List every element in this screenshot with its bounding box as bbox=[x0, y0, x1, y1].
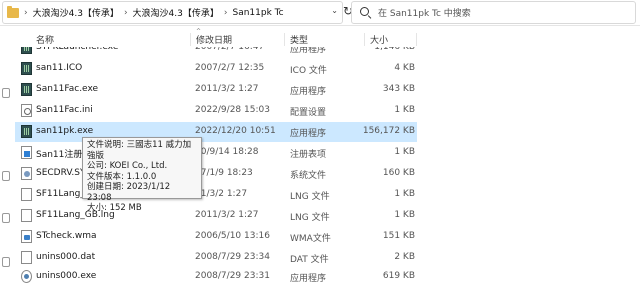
file-list: STPKLauncher.exe 2007/2/7 16:47 应用程序 1,146 … bbox=[0, 47, 420, 287]
tooltip-company: 公司: KOEI Co., Ltd. bbox=[87, 161, 168, 171]
file-name: San11Fac.exe bbox=[36, 84, 99, 94]
file-date: 20/9/14 18:28 bbox=[195, 147, 259, 157]
file-type: 应用程序 bbox=[290, 129, 327, 139]
column-divider[interactable] bbox=[190, 33, 191, 46]
file-row[interactable]: unins000.dat 2008/7/29 23:34 DAT 文件 2 KB bbox=[15, 248, 417, 268]
file-date: 2022/12/20 10:51 bbox=[195, 126, 276, 136]
file-size: 1,146 KB bbox=[374, 47, 415, 52]
file-size: 2 KB bbox=[394, 252, 415, 262]
file-row[interactable]: STPKLauncher.exe 2007/2/7 16:47 应用程序 1,146 … bbox=[15, 47, 417, 58]
file-type: DAT 文件 bbox=[290, 255, 329, 265]
file-name: STcheck.wma bbox=[36, 231, 97, 241]
column-name[interactable]: 名称 bbox=[36, 33, 54, 46]
file-name: unins000.dat bbox=[36, 252, 96, 262]
file-row[interactable]: unins000.exe 2008/7/29 23:31 应用程序 619 KB bbox=[15, 267, 417, 287]
file-row[interactable]: SF11Lang_BI 11/3/2 1:27 LNG 文件 1 KB bbox=[15, 185, 417, 205]
breadcrumb-separator-icon: › bbox=[223, 7, 228, 18]
file-date: 2008/7/29 23:34 bbox=[195, 252, 270, 262]
file-row[interactable]: san11.ICO 2007/2/7 12:35 ICO 文件 4 KB bbox=[15, 59, 417, 79]
file-type: 配置设置 bbox=[290, 108, 327, 118]
breadcrumb-item-2[interactable]: 大浪淘沙4.3【传承】 bbox=[133, 6, 219, 19]
dat-icon bbox=[21, 251, 32, 264]
file-name: San11Fac.ini bbox=[36, 105, 93, 115]
column-date[interactable]: 修改日期 bbox=[196, 33, 232, 46]
file-type: ICO 文件 bbox=[290, 66, 327, 76]
file-type: 应用程序 bbox=[290, 87, 327, 97]
exe-icon bbox=[21, 125, 32, 138]
tooltip-version: 文件版本: 1.1.0.0 bbox=[87, 171, 157, 182]
file-row[interactable]: STcheck.wma 2006/5/10 13:16 WMA文件 151 KB bbox=[15, 227, 417, 247]
file-date: 2022/9/28 15:03 bbox=[195, 105, 270, 115]
breadcrumb-item-3[interactable]: San11pk Tc bbox=[232, 8, 283, 18]
column-size[interactable]: 大小 bbox=[370, 33, 388, 46]
file-size: 1 KB bbox=[394, 189, 415, 199]
chevron-down-icon[interactable]: ⌄ bbox=[331, 6, 338, 15]
tooltip-created: 创建日期: 2023/1/12 23:08 bbox=[87, 182, 171, 203]
file-name: unins000.exe bbox=[36, 271, 97, 281]
file-name: san11pk.exe bbox=[36, 126, 94, 136]
breadcrumb-separator-icon: › bbox=[24, 7, 28, 18]
file-row[interactable]: San11Fac.exe 2011/3/2 1:27 应用程序 343 KB bbox=[15, 80, 417, 100]
unins-icon bbox=[21, 270, 32, 283]
breadcrumb-item-1[interactable]: 大浪淘沙4.3【传承】 bbox=[33, 6, 119, 19]
file-row[interactable]: SECDRV.SYS 07/1/9 18:23 系统文件 160 KB bbox=[15, 164, 417, 184]
exe-icon bbox=[21, 47, 32, 54]
file-type: 应用程序 bbox=[290, 274, 327, 284]
file-row[interactable]: SF11Lang_GB.lng 2011/3/2 1:27 LNG 文件 1 KB bbox=[15, 206, 417, 226]
file-size: 4 KB bbox=[394, 63, 415, 73]
column-header-row: 名称 修改日期 类型 大小 bbox=[0, 33, 420, 47]
file-size: 1 KB bbox=[394, 105, 415, 115]
breadcrumb-separator-icon: › bbox=[123, 7, 128, 18]
doc-icon bbox=[21, 188, 32, 201]
file-type: 注册表项 bbox=[290, 150, 327, 160]
file-date: 2007/2/7 12:35 bbox=[195, 63, 265, 73]
file-row[interactable]: San11Fac.ini 2022/9/28 15:03 配置设置 1 KB bbox=[15, 101, 417, 121]
file-date: 2011/3/2 1:27 bbox=[195, 210, 259, 220]
file-type: WMA文件 bbox=[290, 234, 331, 244]
file-info-tooltip: 文件说明: 三國志11 威力加強版 公司: KOEI Co., Ltd. 文件版… bbox=[82, 137, 202, 213]
refresh-icon[interactable]: ↻ bbox=[343, 3, 353, 19]
search-placeholder: 在 San11pk Tc 中搜索 bbox=[378, 9, 471, 19]
file-date: 07/1/9 18:23 bbox=[195, 168, 253, 178]
file-name: STPKLauncher.exe bbox=[36, 47, 119, 52]
column-divider[interactable] bbox=[364, 33, 365, 46]
file-size: 156,172 KB bbox=[362, 126, 415, 136]
file-date: 11/3/2 1:27 bbox=[195, 189, 248, 199]
file-name: san11.ICO bbox=[36, 63, 83, 73]
sys-icon bbox=[21, 167, 32, 180]
file-date: 2011/3/2 1:27 bbox=[195, 84, 259, 94]
column-divider[interactable] bbox=[284, 33, 285, 46]
file-size: 1 KB bbox=[394, 210, 415, 220]
file-date: 2007/2/7 16:47 bbox=[195, 47, 265, 52]
file-type: LNG 文件 bbox=[290, 192, 330, 202]
tooltip-size: 大小: 152 MB bbox=[87, 203, 142, 213]
file-row[interactable]: san11pk.exe 2022/12/20 10:51 应用程序 156,172 K… bbox=[15, 122, 417, 142]
file-type: 系统文件 bbox=[290, 171, 327, 181]
file-date: 2008/7/29 23:31 bbox=[195, 271, 270, 281]
file-type: 应用程序 bbox=[290, 47, 327, 55]
file-size: 619 KB bbox=[382, 271, 415, 281]
search-input[interactable]: 在 San11pk Tc 中搜索 bbox=[351, 1, 636, 24]
file-type: LNG 文件 bbox=[290, 213, 330, 223]
column-divider[interactable] bbox=[416, 33, 417, 46]
wma-icon bbox=[21, 230, 32, 243]
file-size: 1 KB bbox=[394, 147, 415, 157]
exe-icon bbox=[21, 83, 32, 96]
file-size: 151 KB bbox=[382, 231, 415, 241]
file-size: 343 KB bbox=[382, 84, 415, 94]
file-date: 2006/5/10 13:16 bbox=[195, 231, 270, 241]
file-size: 160 KB bbox=[382, 168, 415, 178]
ini-icon bbox=[21, 104, 32, 117]
folder-icon bbox=[7, 5, 19, 18]
column-type[interactable]: 类型 bbox=[290, 33, 308, 46]
breadcrumb[interactable]: › 大浪淘沙4.3【传承】 › 大浪淘沙4.3【传承】 › San11pk Tc… bbox=[2, 1, 343, 24]
reg-icon bbox=[21, 146, 32, 159]
doc-icon bbox=[21, 209, 32, 222]
exe-icon bbox=[21, 62, 32, 75]
tooltip-description: 文件说明: 三國志11 威力加強版 bbox=[87, 140, 192, 161]
address-bar-area: › 大浪淘沙4.3【传承】 › 大浪淘沙4.3【传承】 › San11pk Tc… bbox=[0, 0, 640, 26]
search-icon bbox=[360, 6, 372, 19]
file-row[interactable]: San11注册.re 20/9/14 18:28 注册表项 1 KB bbox=[15, 143, 417, 163]
